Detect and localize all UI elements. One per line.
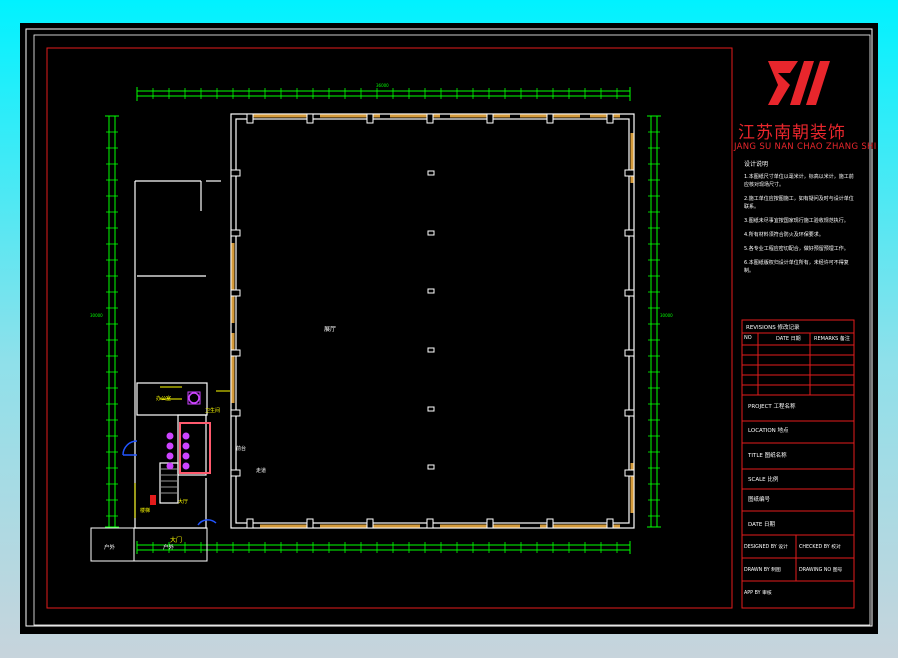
tb-checked: CHECKED BY 校对 xyxy=(799,545,841,550)
dim-right-label: 30000 xyxy=(660,313,673,318)
design-note-item: 6.本图纸版权归设计单位所有，未经许可不得复制。 xyxy=(744,260,849,274)
design-note-item: 5.各专业工程应密切配合，做好预留预埋工作。 xyxy=(744,246,849,252)
tb-date: DATE 日期 xyxy=(776,336,801,342)
stair-label: 楼梯 xyxy=(140,508,151,514)
design-note-item: 4.所有材料须符合防火及环保要求。 xyxy=(744,232,824,238)
tb-project: PROJECT 工程名称 xyxy=(748,404,796,410)
stair xyxy=(161,468,177,494)
left-annex xyxy=(134,180,221,529)
tb-date2: DATE 日期 xyxy=(748,522,776,528)
design-note-item: 3.图纸未尽事宜按国家现行施工验收规范执行。 xyxy=(744,218,849,224)
design-notes: 设计说明 1.本图纸尺寸单位以毫米计，标高以米计，施工前应核对现场尺寸。 2.施工… xyxy=(744,159,858,281)
tb-no: NO xyxy=(744,335,752,341)
hall-label: 展厅 xyxy=(324,326,337,333)
room-left-label: 户外 xyxy=(104,545,116,551)
design-note-item: 1.本图纸尺寸单位以毫米计，标高以米计，施工前应核对现场尺寸。 xyxy=(744,174,854,188)
tb-drawing-no: DRAWING NO 图号 xyxy=(799,568,843,573)
tb-scale: SCALE 比例 xyxy=(748,477,779,483)
toilet-label: 卫生间 xyxy=(205,408,221,414)
corridor-label: 走道 xyxy=(256,468,267,474)
top-dimension xyxy=(136,87,631,101)
tb-remarks: REMARKS 备注 xyxy=(814,336,850,342)
cad-drawing-canvas[interactable]: 江苏南朝装饰 JANG SU NAN CHAO ZHANG SHI 设计说明 1… xyxy=(20,23,878,634)
left-dimension xyxy=(105,115,119,528)
title-block xyxy=(741,319,855,609)
notes-title: 设计说明 xyxy=(744,161,769,168)
dim-left-label: 30000 xyxy=(90,313,103,318)
tb-designed: DESIGNED BY 设计 xyxy=(744,545,788,550)
dim-top-label: 36000 xyxy=(376,83,389,88)
tb-sheet: 图纸编号 xyxy=(748,497,771,503)
lobby-label: 大厅 xyxy=(178,499,189,505)
office-label: 办公室 xyxy=(156,396,172,402)
company-name: 江苏南朝装饰 xyxy=(738,123,846,143)
right-dimension xyxy=(647,115,661,528)
tb-location: LOCATION 地点 xyxy=(748,428,789,434)
tb-drawn: DRAWN BY 制图 xyxy=(744,568,781,573)
reception-label: 前台 xyxy=(236,446,247,452)
tb-approved: APP BY 审核 xyxy=(744,591,772,596)
room-right-label: 户外 xyxy=(163,545,175,551)
logo-mark xyxy=(768,61,830,105)
furniture xyxy=(166,391,201,470)
bottom-dimension xyxy=(136,541,631,554)
tb-revision: REVISIONS 修改记录 xyxy=(746,325,800,331)
reception-counter xyxy=(150,422,211,505)
company-name-en: JANG SU NAN CHAO ZHANG SHI xyxy=(734,142,877,152)
tb-title: TITLE 图纸名称 xyxy=(748,453,787,459)
design-note-item: 2.施工单位应按图施工，如有疑问及时与设计单位联系。 xyxy=(744,196,854,210)
